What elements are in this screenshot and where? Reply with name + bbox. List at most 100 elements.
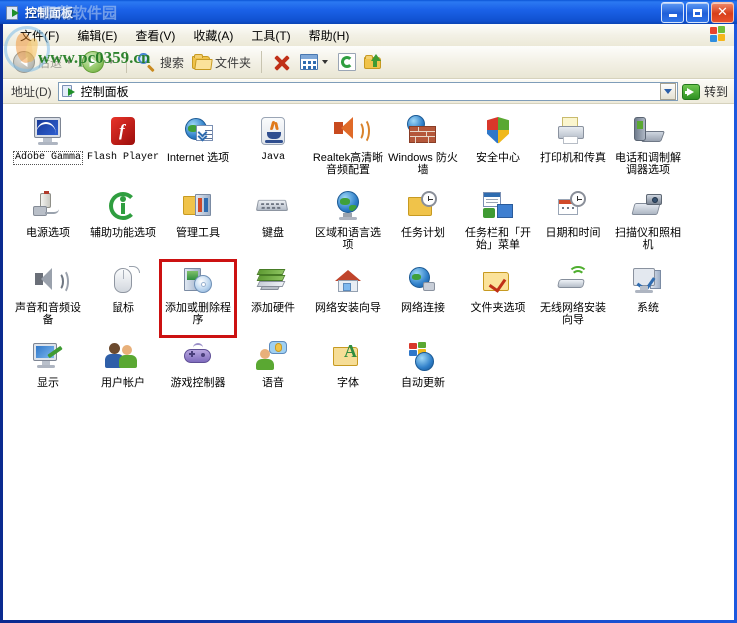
search-button[interactable]: 搜索 xyxy=(133,49,188,75)
cp-label: 网络连接 xyxy=(401,302,445,314)
cp-item-flash-player[interactable]: f Flash Player xyxy=(86,111,160,186)
cp-item-keyboard[interactable]: 键盘 xyxy=(236,186,310,261)
cp-item-folder-options[interactable]: 文件夹选项 xyxy=(461,261,535,336)
cp-label: 打印机和传真 xyxy=(540,152,606,164)
address-dropdown-button[interactable] xyxy=(659,83,676,100)
cp-item-game-controllers[interactable]: 游戏控制器 xyxy=(161,336,235,411)
toolbar-separator-2 xyxy=(261,51,263,73)
menu-edit[interactable]: 编辑(E) xyxy=(68,25,126,46)
phone-modem-icon xyxy=(630,114,666,150)
cp-item-scanners-cameras[interactable]: 扫描仪和照相机 xyxy=(611,186,685,261)
go-arrow-icon xyxy=(681,83,700,100)
cp-item-adobe-gamma[interactable]: Adobe Gamma xyxy=(11,111,85,186)
automatic-updates-icon xyxy=(405,339,441,375)
mouse-icon xyxy=(105,264,141,300)
cp-item-power-options[interactable]: 电源选项 xyxy=(11,186,85,261)
cp-label: 区域和语言选项 xyxy=(315,227,381,251)
go-button[interactable]: 转到 xyxy=(678,81,734,103)
cp-item-system[interactable]: 系统 xyxy=(611,261,685,336)
cp-item-java[interactable]: Java xyxy=(236,111,310,186)
system-icon xyxy=(630,264,666,300)
cp-label: 字体 xyxy=(337,377,359,389)
address-bar: 地址(D) 控制面板 转到 xyxy=(3,80,734,104)
menu-help[interactable]: 帮助(H) xyxy=(300,25,359,46)
cp-item-add-remove-programs[interactable]: 添加或删除程序 xyxy=(159,259,237,338)
internet-options-icon xyxy=(180,114,216,150)
cp-item-speech[interactable]: 语音 xyxy=(236,336,310,411)
address-label: 地址(D) xyxy=(11,85,52,99)
menu-file[interactable]: 文件(F) xyxy=(11,25,68,46)
cp-item-user-accounts[interactable]: 用户帐户 xyxy=(86,336,160,411)
cp-item-scheduled-tasks[interactable]: 任务计划 xyxy=(386,186,460,261)
minimize-button[interactable] xyxy=(661,2,684,23)
cp-item-regional-language[interactable]: 区域和语言选项 xyxy=(311,186,385,261)
refresh-button[interactable] xyxy=(334,49,360,75)
cp-item-internet-options[interactable]: Internet 选项 xyxy=(161,111,235,186)
views-button[interactable] xyxy=(296,49,334,75)
folders-label: 文件夹 xyxy=(215,55,252,70)
taskbar-startmenu-icon xyxy=(480,189,516,225)
cp-item-windows-firewall[interactable]: Windows 防火墙 xyxy=(386,111,460,186)
cp-item-admin-tools[interactable]: 管理工具 xyxy=(161,186,235,261)
maximize-button[interactable] xyxy=(686,2,709,23)
back-arrow-icon xyxy=(13,51,35,73)
adobe-gamma-icon xyxy=(30,114,66,150)
cp-label: 键盘 xyxy=(262,227,284,239)
menu-bar: 文件(F) 编辑(E) 查看(V) 收藏(A) 工具(T) 帮助(H) xyxy=(3,24,734,46)
title-bar[interactable]: 控制面板 ✕ xyxy=(0,0,737,24)
address-value: 控制面板 xyxy=(80,85,129,99)
cp-item-taskbar-startmenu[interactable]: 任务栏和「开始」菜单 xyxy=(461,186,535,261)
cp-label: 系统 xyxy=(637,302,659,314)
menu-view[interactable]: 查看(V) xyxy=(126,25,184,46)
cp-label: 电源选项 xyxy=(26,227,70,239)
cp-item-network-connections[interactable]: 网络连接 xyxy=(386,261,460,336)
up-folder-button[interactable] xyxy=(360,49,387,75)
cp-label: Flash Player xyxy=(87,152,160,163)
cp-label: 游戏控制器 xyxy=(170,377,226,389)
back-dropdown-icon[interactable] xyxy=(66,60,73,64)
cp-label: 语音 xyxy=(262,377,284,389)
cp-item-wireless-network-wizard[interactable]: 无线网络安装向导 xyxy=(536,261,610,336)
menu-tools[interactable]: 工具(T) xyxy=(242,25,299,46)
cp-item-mouse[interactable]: 鼠标 xyxy=(86,261,160,336)
cp-item-phone-modem[interactable]: 电话和调制解调器选项 xyxy=(611,111,685,186)
cp-item-network-setup-wizard[interactable]: 网络安装向导 xyxy=(311,261,385,336)
views-dropdown-icon[interactable] xyxy=(322,60,329,64)
cp-item-display[interactable]: 显示 xyxy=(11,336,85,411)
cp-label: 日期和时间 xyxy=(545,227,601,239)
scheduled-tasks-icon xyxy=(405,189,441,225)
back-button[interactable]: 后退 xyxy=(9,49,78,75)
client-area: 文件(F) 编辑(E) 查看(V) 收藏(A) 工具(T) 帮助(H) 后退 搜… xyxy=(3,24,734,620)
cp-label: Internet 选项 xyxy=(166,152,230,164)
security-center-icon xyxy=(480,114,516,150)
flash-player-icon: f xyxy=(105,114,141,150)
folders-button[interactable]: 文件夹 xyxy=(188,49,255,75)
power-options-icon xyxy=(30,189,66,225)
address-input[interactable]: 控制面板 xyxy=(57,82,678,101)
cp-item-printers-faxes[interactable]: 打印机和传真 xyxy=(536,111,610,186)
cp-item-date-time[interactable]: 日期和时间 xyxy=(536,186,610,261)
cp-item-realtek-audio[interactable]: Realtek高清晰音频配置 xyxy=(311,111,385,186)
regional-language-icon xyxy=(330,189,366,225)
control-panel-content: Adobe Gamma f Flash Player Internet 选项 J… xyxy=(3,105,734,618)
fonts-icon: A xyxy=(330,339,366,375)
cp-item-fonts[interactable]: A 字体 xyxy=(311,336,385,411)
cp-item-accessibility[interactable]: 辅助功能选项 xyxy=(86,186,160,261)
cp-label: 任务计划 xyxy=(401,227,445,239)
forward-button[interactable] xyxy=(78,49,120,75)
up-folder-icon xyxy=(364,53,383,71)
cp-item-add-hardware[interactable]: 添加硬件 xyxy=(236,261,310,336)
delete-button[interactable] xyxy=(268,49,296,75)
cp-item-security-center[interactable]: 安全中心 xyxy=(461,111,535,186)
forward-dropdown-icon[interactable] xyxy=(108,60,115,64)
cp-label: 添加或删除程序 xyxy=(165,302,231,326)
search-label: 搜索 xyxy=(160,55,185,70)
speech-icon xyxy=(255,339,291,375)
cp-item-sounds-audio[interactable]: 声音和音频设备 xyxy=(11,261,85,336)
menu-favorites[interactable]: 收藏(A) xyxy=(184,25,242,46)
cp-item-automatic-updates[interactable]: 自动更新 xyxy=(386,336,460,411)
network-setup-wizard-icon xyxy=(330,264,366,300)
back-label: 后退 xyxy=(38,55,63,70)
close-icon[interactable]: ✕ xyxy=(711,2,734,23)
folder-icon xyxy=(192,53,213,71)
